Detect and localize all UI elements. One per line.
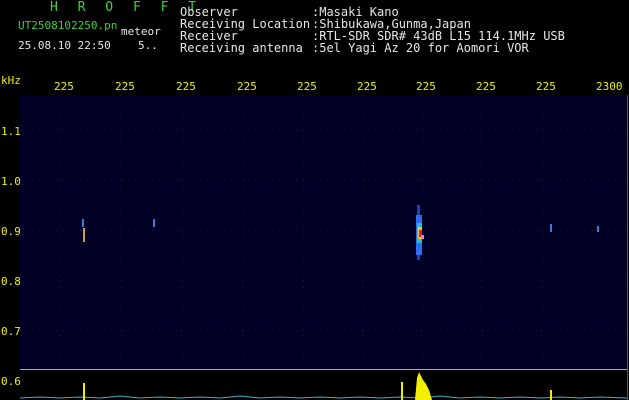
- meteor-echo: [597, 226, 599, 232]
- y-axis-unit: kHz: [1, 74, 21, 87]
- y-tick-label: 0.7: [1, 325, 21, 338]
- x-tick-label: 225: [297, 80, 317, 93]
- meteor-echo: [550, 224, 552, 232]
- signal-level-svg: [19, 372, 628, 400]
- noise-trace: [19, 395, 628, 399]
- y-tick-label: 0.8: [1, 275, 21, 288]
- meteor-echo: [83, 228, 85, 242]
- x-tick-label: 225: [536, 80, 556, 93]
- meteor-echo: [153, 219, 155, 227]
- x-tick-label: 2300: [596, 80, 623, 93]
- x-tick-label: 225: [115, 80, 135, 93]
- antenna-label: Receiving antenna: [180, 41, 303, 55]
- y-tick-label: 1.0: [1, 175, 21, 188]
- file-name: UT2508102250.pn: [18, 19, 118, 32]
- antenna-value: :5el Yagi Az 20 for Aomori VOR: [312, 41, 529, 55]
- meteor-tag: meteor: [121, 25, 161, 38]
- x-tick-label: 225: [476, 80, 496, 93]
- y-tick-label: 1.1: [1, 125, 21, 138]
- spectrogram-svg: [20, 95, 627, 370]
- spectrogram-plot: [20, 95, 627, 370]
- meteor-count: 5..: [138, 39, 158, 52]
- y-tick-label: 0.9: [1, 225, 21, 238]
- x-tick-label: 225: [237, 80, 257, 93]
- hrofft-spectrogram-window: H R O F F T UT2508102250.pn meteor 25.08…: [0, 0, 629, 400]
- meteor-echo: [82, 219, 84, 227]
- main-meteor-echo: [416, 205, 424, 260]
- echo-spike: [550, 390, 552, 400]
- x-tick-label: 225: [54, 80, 74, 93]
- echo-spike: [83, 383, 85, 400]
- signal-level-strip: [19, 370, 628, 400]
- plot-grid: [20, 95, 627, 370]
- x-tick-label: 225: [176, 80, 196, 93]
- y-tick-label: 0.6: [1, 375, 21, 388]
- observation-datetime: 25.08.10 22:50: [18, 39, 111, 52]
- right-edge: [627, 95, 628, 400]
- echo-spike: [401, 382, 403, 400]
- x-tick-label: 225: [416, 80, 436, 93]
- x-tick-label: 225: [357, 80, 377, 93]
- main-echo-peak: [415, 372, 432, 400]
